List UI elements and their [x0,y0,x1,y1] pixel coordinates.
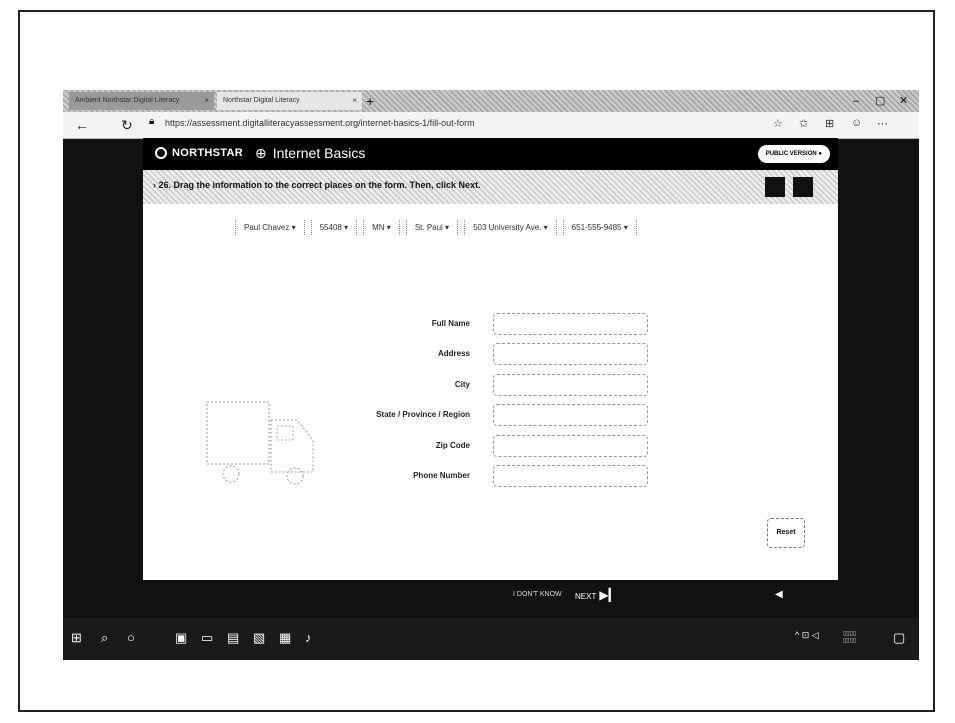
file-explorer-icon[interactable]: ▣ [175,630,187,646]
full-name-field[interactable] [493,313,648,335]
system-tray-icon[interactable]: ^ ⊡ ◁ [795,630,819,641]
app-icon[interactable]: ▧ [253,630,265,646]
windows-taskbar: ⊞ ⌕ ○ ▣ ▭ ▤ ▧ ▦ ♪ ^ ⊡ ◁ ▯▯▯▯ ▯▯▯▯ ▢ [63,618,919,660]
url-field[interactable]: https://assessment.digitalliteracyassess… [165,118,475,128]
reset-button[interactable]: Reset [767,518,805,548]
calendar-icon[interactable]: ▦ [279,630,291,646]
more-icon[interactable]: ⋯ [877,117,888,130]
draggable-chips: Paul Chavez ▾ 55408 ▾ MN ▾ St. Paul ▾ 50… [235,220,637,235]
volume-icon[interactable]: ◀ [775,589,783,600]
tab-bar: Ambient Northstar Digital Literacy × Nor… [63,90,919,112]
chip-state[interactable]: MN ▾ [363,220,400,235]
close-tab-icon[interactable]: × [204,92,209,110]
system-clock: ▯▯▯▯ ▯▯▯▯ [843,631,857,644]
address-bar: ← ↻ 🔒︎ https://assessment.digitalliterac… [63,112,919,139]
public-version-badge[interactable]: PUBLIC VERSION ● [757,145,830,163]
assessment-app: NORTHSTAR ⊕ Internet Basics PUBLIC VERSIO… [143,138,838,580]
dont-know-button[interactable]: I DON'T KNOW [513,591,562,598]
zip-code-field[interactable] [493,435,648,457]
lock-icon: 🔒︎ [149,116,155,127]
city-field[interactable] [493,374,648,396]
minimize-icon[interactable]: – [853,92,859,110]
collections-icon[interactable]: ⊞ [825,117,834,130]
field-label: Phone Number [413,471,470,480]
tab-northstar[interactable]: Northstar Digital Literacy × [217,92,362,110]
maximize-icon[interactable]: ▢ [875,92,885,110]
field-label: Full Name [431,319,470,328]
tab-label: Ambient Northstar Digital Literacy [75,97,180,104]
star-icon[interactable]: ☆ [773,117,783,130]
northstar-logo: NORTHSTAR [155,147,243,159]
field-label: State / Province / Region [376,410,470,419]
next-arrow-icon: ▶▎ [599,588,618,602]
state-field[interactable] [493,404,648,426]
chip-address[interactable]: 503 University Ave. ▾ [464,220,557,235]
windows-start-icon[interactable]: ⊞ [71,630,82,646]
browser-window: Ambient Northstar Digital Literacy × Nor… [63,90,919,660]
field-label: Zip Code [435,441,470,450]
app-header: NORTHSTAR ⊕ Internet Basics PUBLIC VERSIO… [143,138,838,170]
search-icon[interactable]: ⌕ [101,630,108,646]
taskbar-app-icon[interactable]: ▭ [201,630,213,646]
module-title: ⊕ Internet Basics [255,145,366,161]
chip-full-name[interactable]: Paul Chavez ▾ [235,220,305,235]
tab-ambient[interactable]: Ambient Northstar Digital Literacy × [69,92,214,110]
new-tab-button[interactable]: + [366,92,374,110]
favorites-icon[interactable]: ✩ [799,117,808,130]
delivery-truck-illustration [206,401,314,485]
chip-phone[interactable]: 651-555-9485 ▾ [562,220,637,235]
form-row-address: Address [143,343,838,369]
phone-number-field[interactable] [493,465,648,487]
address-field[interactable] [493,343,648,365]
tab-label: Northstar Digital Literacy [223,97,300,104]
form-row-full-name: Full Name [143,313,838,339]
instruction-bar: › 26. Drag the information to the correc… [143,170,838,204]
options-button[interactable] [793,177,813,197]
globe-icon: ⊕ [255,145,267,161]
back-icon[interactable]: ← [75,115,89,135]
field-label: City [454,380,470,389]
word-icon[interactable]: ▤ [227,630,239,646]
close-tab-icon[interactable]: × [352,92,357,110]
close-window-icon[interactable]: ✕ [899,92,908,110]
cortana-icon[interactable]: ○ [127,630,135,645]
pinned-app-icon[interactable]: ♪ [305,630,312,645]
instruction-text: › 26. Drag the information to the correc… [153,180,481,190]
chip-city[interactable]: St. Paul ▾ [405,220,459,235]
notifications-icon[interactable]: ▢ [893,630,905,646]
audio-button[interactable] [765,177,785,197]
northstar-logo-icon [155,147,167,159]
next-button[interactable]: NEXT ▶▎ [575,588,618,602]
profile-icon[interactable]: ☺ [851,117,862,129]
refresh-icon[interactable]: ↻ [121,115,133,135]
assessment-footer: I DON'T KNOW NEXT ▶▎ ◀ [63,580,919,610]
field-label: Address [437,349,470,358]
chip-zip[interactable]: 55408 ▾ [310,220,358,235]
